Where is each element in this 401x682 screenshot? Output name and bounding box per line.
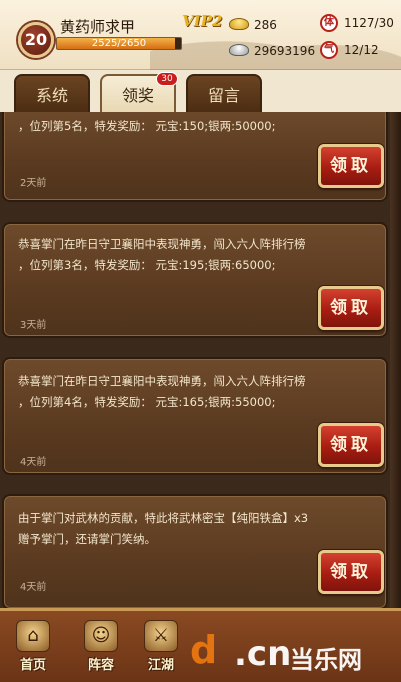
energy-icon: 气 [320,41,338,59]
jianghu-icon: ⚔ [144,620,178,652]
gold-amount: 286 [254,18,277,32]
rewards-count-badge: 30 [156,72,178,86]
experience-bar: 2525/2650 [56,37,182,50]
claim-button[interactable]: 领取 [318,286,384,330]
watermark-logo: d .cn 当乐网 [190,628,395,678]
reward-message: ，位列第5名，特发奖励： 元宝:150;银两:50000; [18,119,276,133]
list-item: 恭喜掌门在昨日守卫襄阳中表现神勇，闯入六人阵排行榜 ，位列第3名，特发奖励： 元… [2,222,388,338]
nav-team-label: 阵容 [87,658,114,673]
silver-amount: 29693196 [254,44,316,58]
reward-message: 恭喜掌门在昨日守卫襄阳中表现神勇，闯入六人阵排行榜 ，位列第4名，特发奖励： 元… [18,374,306,409]
claim-button[interactable]: 领取 [318,423,384,467]
watermark-site-name: 当乐网 [290,646,362,674]
nav-jianghu[interactable]: ⚔ 江湖 [136,620,186,676]
player-level-badge[interactable]: 20 [18,22,54,58]
reward-list[interactable]: ，位列第5名，特发奖励： 元宝:150;银两:50000; 2天前 领取 恭喜掌… [0,112,401,620]
vip-badge[interactable]: VIP2 [182,12,222,30]
nav-home[interactable]: ⌂ 首页 [8,620,58,676]
stamina-value: 1127/30 [344,16,394,30]
team-icon: ☺ [84,620,118,652]
scroll-edge [390,112,401,620]
gold-ingot-icon [229,18,249,30]
tab-messages[interactable]: 留言 [186,74,262,114]
nav-home-label: 首页 [19,658,46,673]
experience-text: 2525/2650 [91,38,147,49]
claim-button[interactable]: 领取 [318,550,384,594]
list-item: 由于掌门对武林的贡献，特此将武林密宝【纯阳铁盒】x3 赠予掌门，还请掌门笑纳。 … [2,494,388,610]
watermark-cn: .cn [234,634,292,674]
watermark-d: d [190,628,218,672]
nav-team[interactable]: ☺ 阵容 [76,620,126,676]
home-icon: ⌂ [16,620,50,652]
nav-jianghu-label: 江湖 [147,658,174,673]
reward-time: 4天前 [20,582,47,593]
reward-time: 3天前 [20,320,47,331]
reward-message: 恭喜掌门在昨日守卫襄阳中表现神勇，闯入六人阵排行榜 ，位列第3名，特发奖励： 元… [18,237,306,272]
player-name: 黄药师求甲 [60,18,136,36]
tab-system[interactable]: 系统 [14,74,90,114]
energy-value: 12/12 [344,43,379,57]
reward-time: 2天前 [20,178,47,189]
reward-message: 由于掌门对武林的贡献，特此将武林密宝【纯阳铁盒】x3 赠予掌门，还请掌门笑纳。 [18,511,309,546]
reward-time: 4天前 [20,457,47,468]
list-item: ，位列第5名，特发奖励： 元宝:150;银两:50000; 2天前 领取 [2,112,388,202]
stamina-icon: 体 [320,14,338,32]
list-item: 恭喜掌门在昨日守卫襄阳中表现神勇，闯入六人阵排行榜 ，位列第4名，特发奖励： 元… [2,357,388,475]
silver-ingot-icon [229,44,249,56]
claim-button[interactable]: 领取 [318,144,384,188]
top-status-bar: 20 黄药师求甲 2525/2650 VIP2 286 29693196 体 1… [0,0,401,70]
